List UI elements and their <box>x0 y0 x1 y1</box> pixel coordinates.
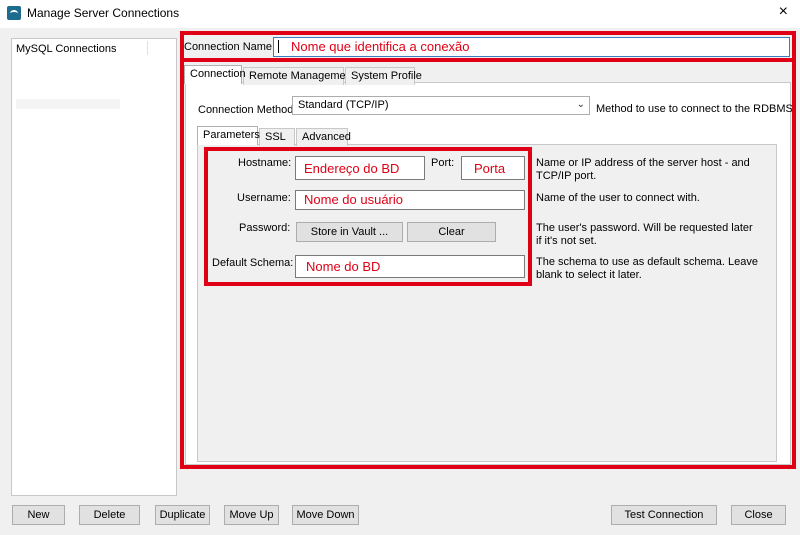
close-icon[interactable]: × <box>779 3 788 21</box>
test-connection-button[interactable]: Test Connection <box>611 505 717 525</box>
list-item[interactable] <box>16 99 120 109</box>
window-title: Manage Server Connections <box>27 6 180 20</box>
title-bar: Manage Server Connections × <box>0 0 800 28</box>
connections-list[interactable]: MySQL Connections <box>11 38 177 496</box>
tab-connection[interactable]: Connection <box>184 65 246 84</box>
mysql-workbench-icon <box>7 6 21 20</box>
tab-parameters[interactable]: Parameters <box>197 126 260 145</box>
column-divider <box>147 41 148 55</box>
move-down-button[interactable]: Move Down <box>292 505 359 525</box>
annotation-parameters <box>204 147 532 286</box>
duplicate-button[interactable]: Duplicate <box>155 505 210 525</box>
connections-list-header: MySQL Connections <box>16 43 117 55</box>
move-up-button[interactable]: Move Up <box>224 505 279 525</box>
new-button[interactable]: New <box>12 505 65 525</box>
annotation-connection-name <box>180 31 796 62</box>
close-button[interactable]: Close <box>731 505 786 525</box>
delete-button[interactable]: Delete <box>79 505 140 525</box>
